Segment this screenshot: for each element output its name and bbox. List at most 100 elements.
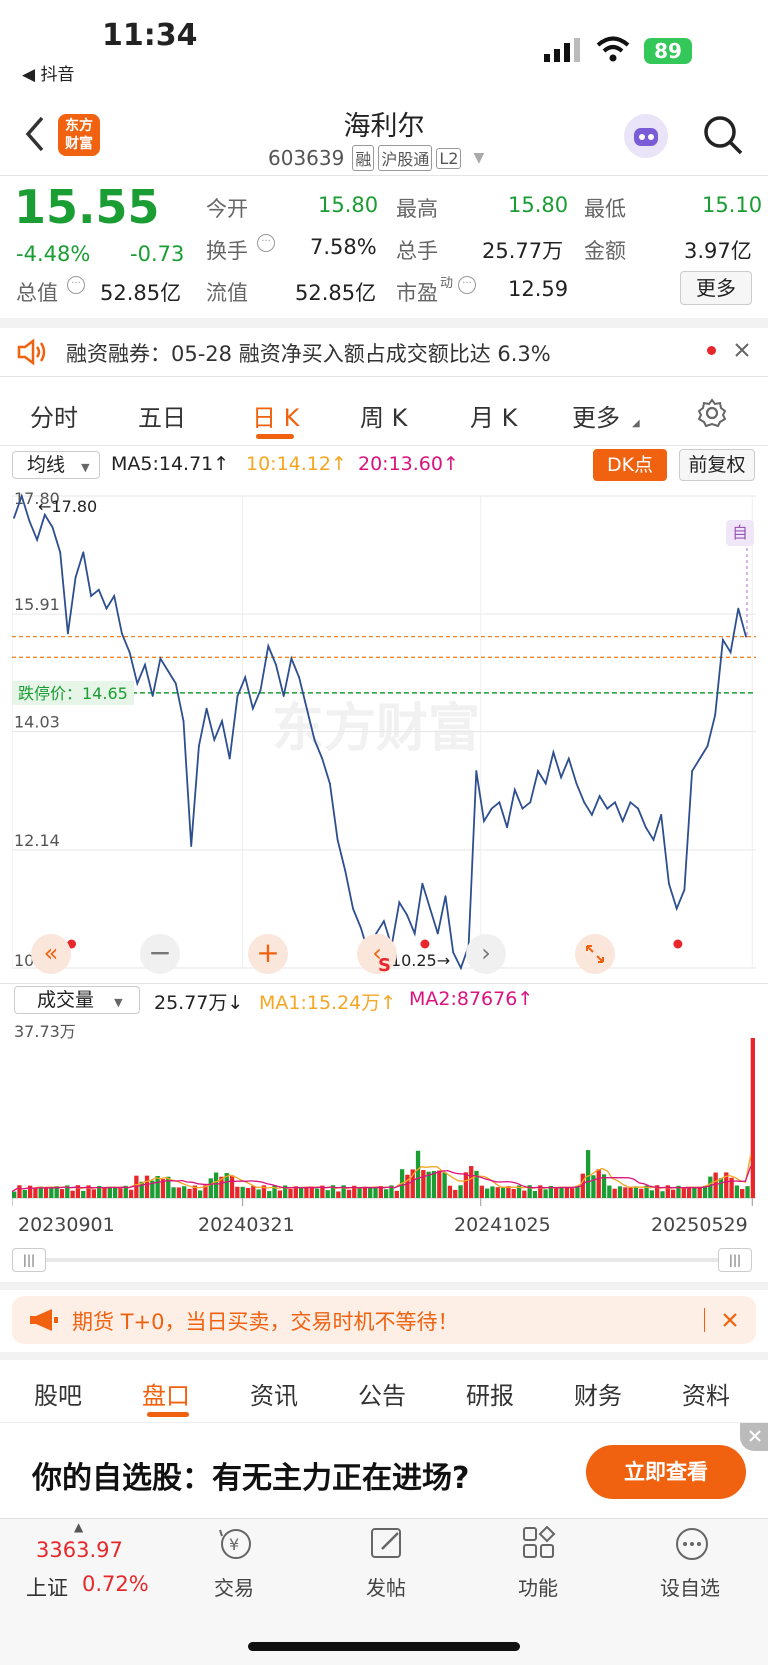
volume-bar [750,1038,755,1198]
tab-news[interactable]: 资讯 [250,1376,298,1411]
volume-chart[interactable] [11,1018,756,1216]
zoom-in-button[interactable]: + [248,934,288,974]
tab-guba[interactable]: 股吧 [34,1376,82,1411]
gear-icon[interactable] [697,398,727,432]
high-marker: ←17.80 [38,497,97,516]
volume-bar [708,1176,713,1198]
footer-trade[interactable]: 交易 [214,1572,254,1601]
low-value: 15.10 [702,193,763,217]
zoom-out-button[interactable]: − [140,934,180,974]
ad-banner[interactable]: 期货 T+0，当日买卖，交易时机不等待！ [12,1296,756,1344]
info-icon[interactable]: ··· [67,276,85,294]
amount-value: 3.97亿 [684,239,752,263]
volume-bar [384,1189,389,1198]
mktcap-label: 总值 [16,281,58,305]
tab-finance[interactable]: 财务 [574,1376,622,1411]
volume-bar [81,1190,86,1198]
stock-code-row[interactable]: 603639 融 沪股通 L2 ▼ [268,145,484,171]
y-tick-label: 12.14 [14,831,60,850]
robot-avatar-icon[interactable] [624,114,668,158]
index-value[interactable]: 3363.97 [36,1538,123,1562]
search-icon[interactable] [702,114,744,160]
footer-post[interactable]: 发帖 [366,1572,406,1601]
price-point [575,782,578,785]
back-to-app[interactable]: ◀ 抖音 [22,60,74,85]
volume-bar [229,1175,235,1198]
price-point [668,882,670,885]
promo-banner[interactable]: 你的自选股：有无主力正在进场? 立即查看 [0,1422,768,1516]
tag-l2: L2 [436,147,462,169]
footer-watchlist[interactable]: 设自选 [660,1572,720,1601]
price-point [313,738,316,741]
range-handle-left[interactable]: ||| [12,1248,46,1272]
turnover-value: 7.58% [310,235,377,259]
volume-bar [288,1188,293,1198]
volume-bar [240,1186,245,1198]
volume-select[interactable]: 成交量 ▼ [14,986,140,1014]
tab-monthly-k[interactable]: 月 K [470,398,517,433]
volume-bar [107,1186,112,1198]
ma-select[interactable]: 均线 ▼ [12,451,100,479]
volume-label: 总手 [396,239,438,263]
trade-icon[interactable]: ¥ [216,1526,256,1566]
close-icon[interactable] [722,1312,738,1332]
tab-research[interactable]: 研报 [466,1376,514,1411]
dk-button[interactable]: DK点 [593,449,667,481]
tag-margin: 融 [352,145,375,171]
footer-function[interactable]: 功能 [518,1572,558,1601]
price-point [329,782,331,785]
volume-bar [570,1188,575,1198]
info-icon[interactable]: ··· [458,276,476,294]
tab-five-day[interactable]: 五日 [138,398,186,433]
tab-pankou[interactable]: 盘口 [142,1376,190,1411]
range-handle-right[interactable]: ||| [718,1248,752,1272]
post-icon[interactable] [369,1526,405,1566]
info-icon[interactable]: ··· [257,234,275,252]
volume-bar [660,1191,665,1198]
close-icon[interactable] [734,342,750,362]
price-point [590,813,593,816]
range-track[interactable] [42,1258,718,1262]
volume-bar [176,1187,182,1198]
date-label: 20240321 [198,1214,295,1236]
volume-bar [559,1186,564,1198]
promo-close-button[interactable] [740,1423,768,1451]
self-tag[interactable]: 自 [726,520,754,546]
promo-button-label: 立即查看 [624,1460,708,1484]
price-point [136,682,139,685]
prev-button[interactable]: ‹ [357,934,397,974]
price-point [82,551,85,554]
volume-bar [469,1166,474,1198]
volume-bar [256,1189,261,1198]
date-label: 20230901 [18,1214,115,1236]
tab-more[interactable]: 更多 [572,398,620,433]
battery-icon: 89 [644,38,692,64]
tab-weekly-k[interactable]: 周 K [360,398,407,433]
function-icon[interactable] [522,1525,556,1564]
price-point [513,788,516,791]
expand-button[interactable] [575,934,615,974]
volume-bar [325,1190,330,1198]
scroll-left-button[interactable]: « [31,934,71,974]
watchlist-icon[interactable] [674,1526,710,1566]
next-button[interactable]: › [466,934,506,974]
price-point [336,838,339,841]
notice-text[interactable]: 融资融券：05-28 融资净买入额占成交额比达 6.3% [66,338,551,368]
ma20-value: 20:13.60↑ [358,453,459,475]
adjust-button[interactable]: 前复权 [679,449,755,481]
limit-down-label: 跌停价：14.65 [18,684,128,703]
price-point [552,751,555,754]
kline-bottom-divider [0,983,768,984]
tab-profile[interactable]: 资料 [682,1376,730,1411]
section-divider [0,1282,768,1290]
more-quote-button[interactable]: 更多 [680,271,752,305]
kline-chart[interactable]: 东方财富 17.8015.9114.0312.1410.25跌停价：14.65←… [11,484,756,980]
tab-announcements[interactable]: 公告 [358,1376,406,1411]
tab-daily-k[interactable]: 日 K [252,398,299,433]
volume-bar [368,1186,373,1198]
ad-divider [704,1308,705,1332]
tab-intraday[interactable]: 分时 [30,398,78,433]
volume-bar [17,1185,22,1198]
promo-button[interactable]: 立即查看 [586,1445,746,1499]
volume-bar [591,1175,596,1198]
